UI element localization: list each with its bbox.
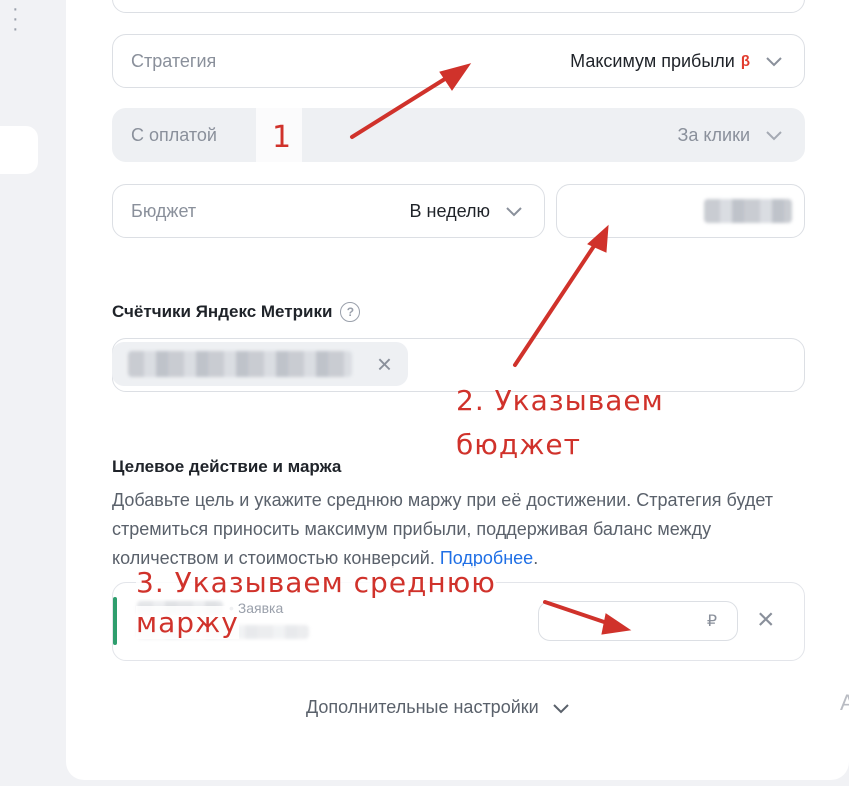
annotation-3-line1: 3. Указываем среднюю <box>136 566 496 599</box>
budget-period-value: В неделю <box>409 200 490 221</box>
annotation-1: 1 <box>272 120 293 155</box>
blurred-counter-name <box>128 351 352 377</box>
chevron-down-icon <box>766 57 782 67</box>
budget-period-select[interactable]: Бюджет В неделю <box>112 184 545 238</box>
metrika-heading: Счётчики Яндекс Метрики? <box>112 302 361 322</box>
goal-description: Добавьте цель и укажите среднюю маржу пр… <box>112 490 774 568</box>
budget-amount-input[interactable] <box>556 184 805 238</box>
goal-heading: Целевое действие и маржа <box>112 457 342 476</box>
chevron-down-icon <box>506 207 522 217</box>
payment-select[interactable]: С оплатой За клики <box>112 108 805 162</box>
peek-edge: A <box>840 690 849 715</box>
help-icon[interactable]: ? <box>340 302 361 322</box>
payment-value: За клики <box>677 124 750 145</box>
sidebar-tab[interactable] <box>0 126 38 174</box>
metrika-counter-chip: × <box>112 342 408 386</box>
payment-label: С оплатой <box>131 124 217 145</box>
blurred-budget-value <box>704 199 792 223</box>
strategy-label: Стратегия <box>131 50 217 71</box>
more-settings-label: Дополнительные настройки <box>306 697 539 717</box>
beta-badge: β <box>740 52 750 70</box>
goal-status-bar <box>113 597 117 645</box>
more-info-link[interactable]: Подробнее <box>440 548 533 568</box>
strategy-value: Максимум прибыли <box>570 50 735 71</box>
more-settings-toggle[interactable]: Дополнительные настройки <box>306 697 571 718</box>
annotation-3-line2: маржу <box>136 606 239 639</box>
chevron-down-icon <box>552 703 569 713</box>
remove-goal-icon[interactable]: × <box>757 605 775 635</box>
annotation-2-line2: бюджет <box>456 428 581 461</box>
annotation-2-line1: 2. Указываем <box>456 384 664 417</box>
strategy-select[interactable]: Стратегия Максимум прибыли β <box>112 34 805 88</box>
close-icon[interactable]: × <box>377 351 392 377</box>
budget-label: Бюджет <box>131 200 197 221</box>
left-rail: · · · <box>0 0 66 786</box>
margin-input[interactable]: ₽ <box>538 601 738 641</box>
more-vertical-icon[interactable]: · · · <box>12 0 19 39</box>
chevron-down-icon <box>766 131 782 141</box>
currency-label: ₽ <box>706 613 717 630</box>
previous-field[interactable] <box>112 0 805 13</box>
